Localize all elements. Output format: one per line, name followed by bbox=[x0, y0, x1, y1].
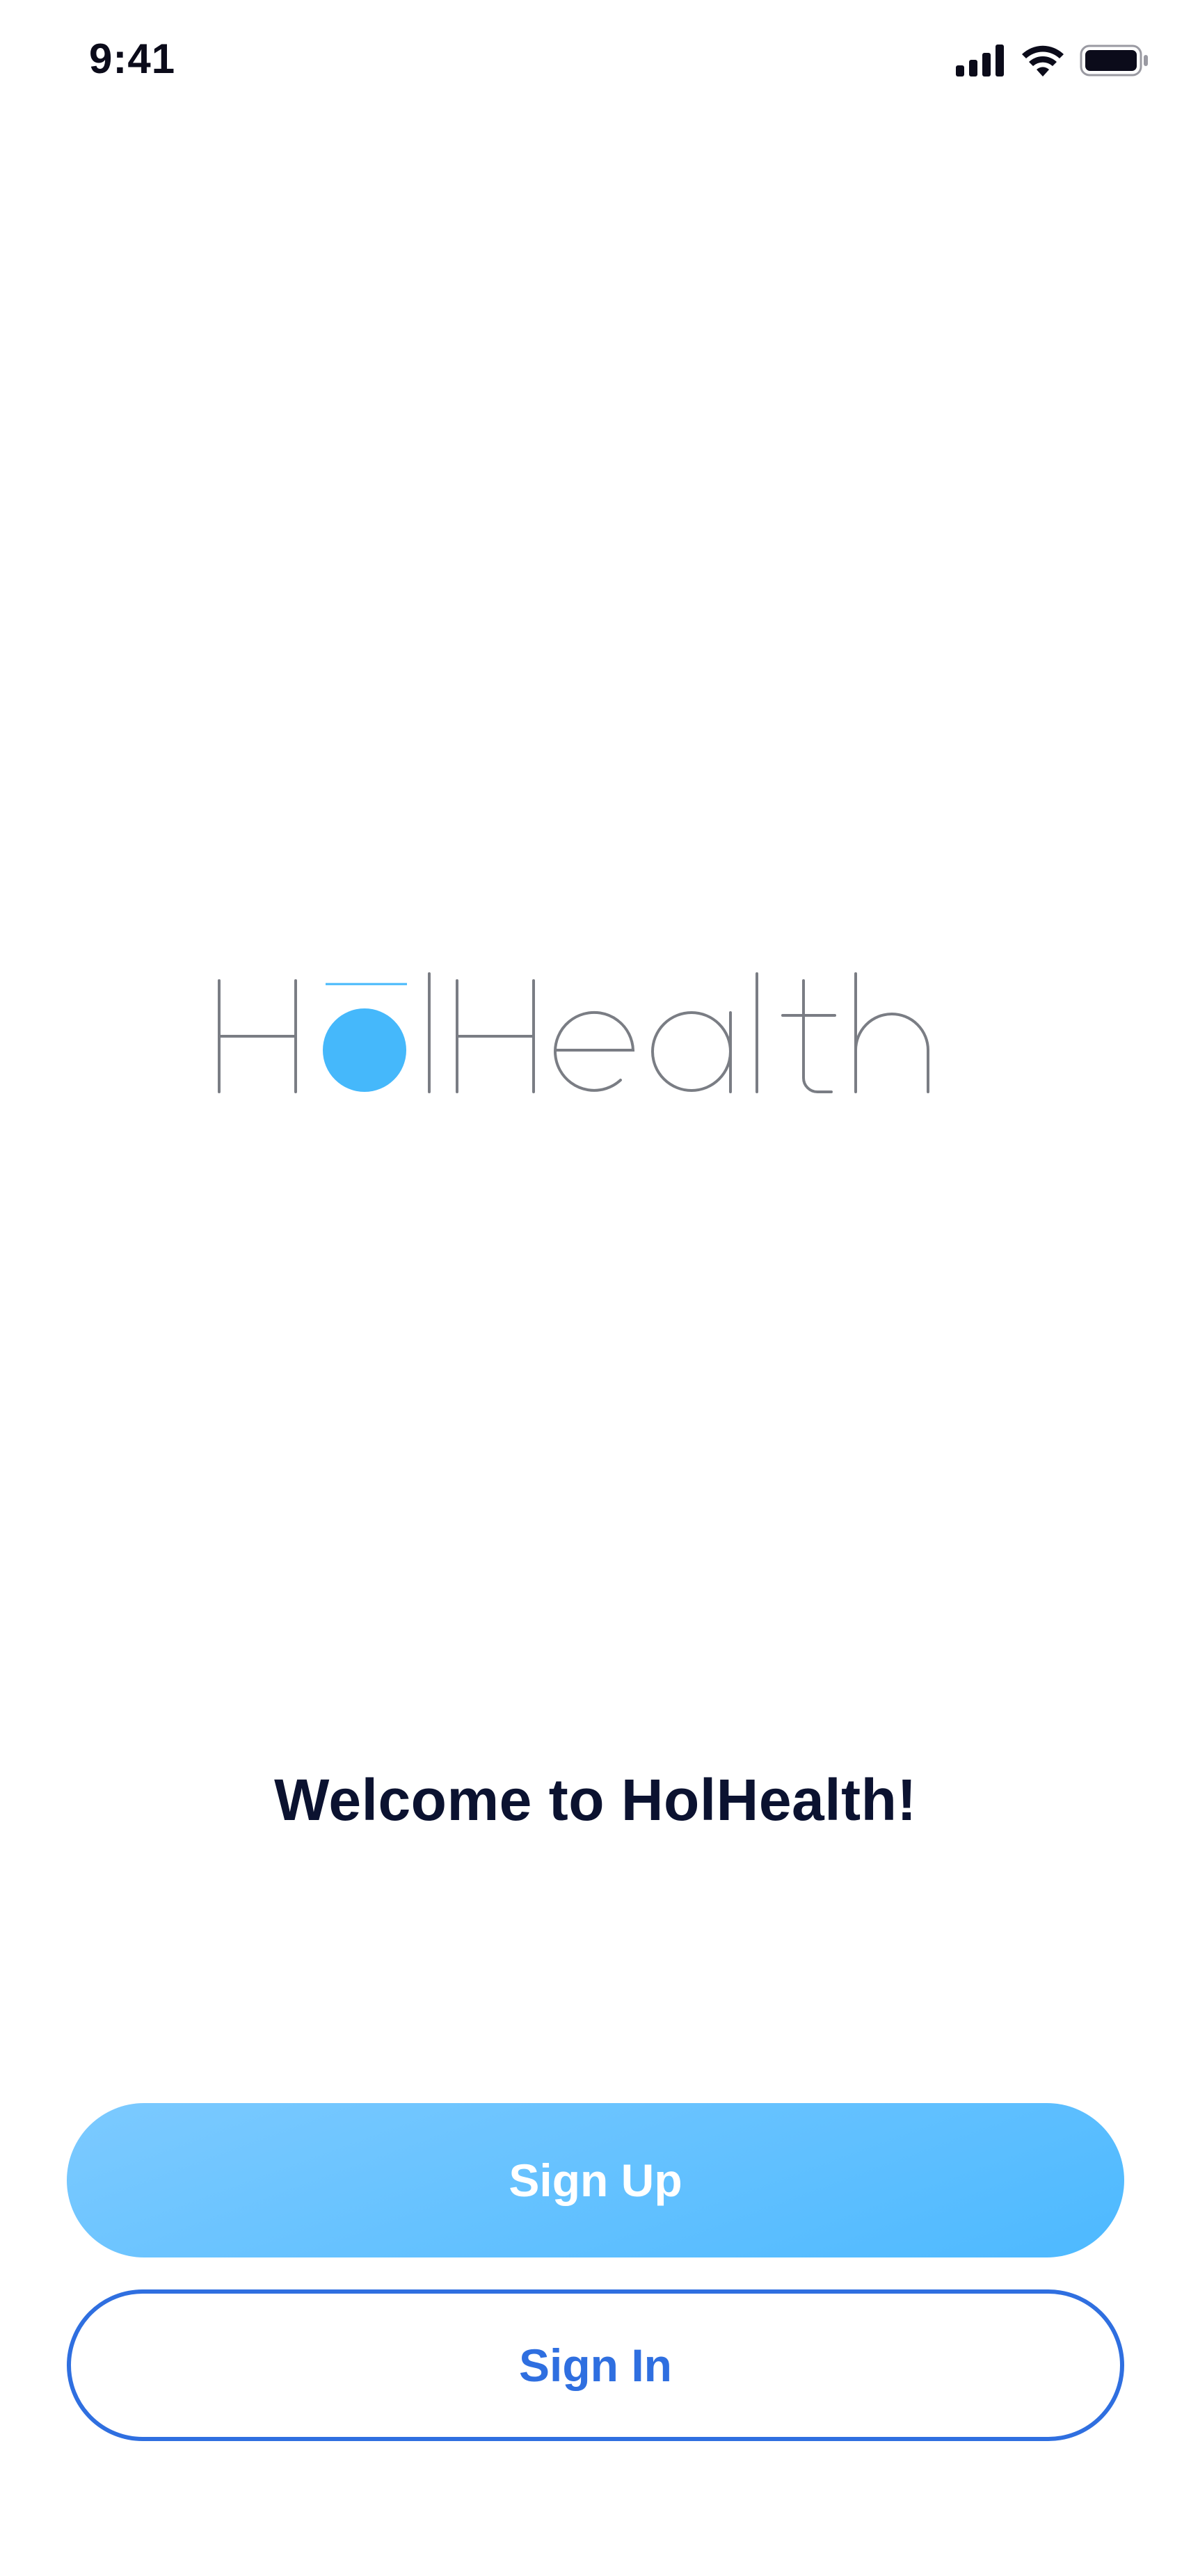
holhealth-logo-mark bbox=[218, 972, 929, 1093]
status-time: 9:41 bbox=[89, 35, 176, 82]
wifi-icon bbox=[1021, 45, 1064, 77]
status-icons bbox=[956, 43, 1149, 78]
sign-in-label: Sign In bbox=[519, 2340, 672, 2391]
welcome-title: Welcome to HolHealth! bbox=[274, 1767, 917, 1833]
holhealth-logo bbox=[209, 960, 946, 1113]
sign-in-button[interactable]: Sign In bbox=[67, 2289, 1124, 2441]
battery-icon bbox=[1080, 45, 1149, 77]
sign-up-button[interactable]: Sign Up bbox=[67, 2103, 1124, 2257]
cellular-signal-icon bbox=[956, 45, 1006, 77]
status-bar: 9:41 bbox=[0, 0, 1191, 125]
sign-up-label: Sign Up bbox=[509, 2155, 682, 2206]
